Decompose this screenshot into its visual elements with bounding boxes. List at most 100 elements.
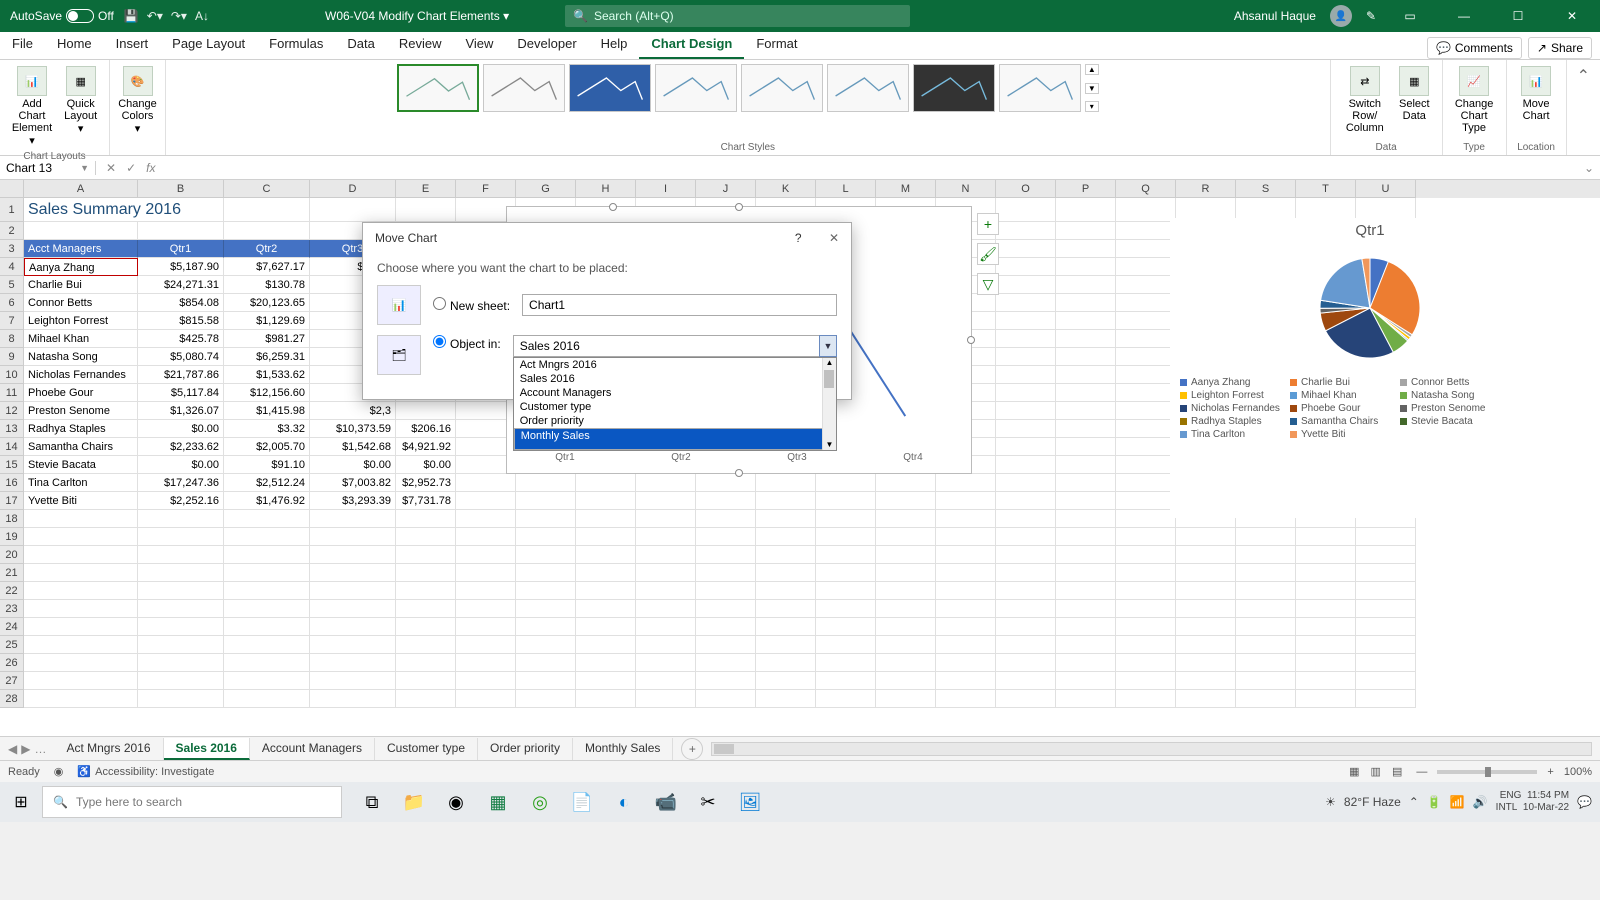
column-header[interactable]: Q xyxy=(1116,180,1176,198)
cell[interactable] xyxy=(1056,402,1116,420)
cell[interactable]: $5,117.84 xyxy=(138,384,224,402)
cell[interactable] xyxy=(996,546,1056,564)
cell[interactable] xyxy=(696,600,756,618)
cell[interactable] xyxy=(576,474,636,492)
cell[interactable] xyxy=(1116,618,1176,636)
cell[interactable] xyxy=(138,564,224,582)
cell[interactable]: Qtr2 xyxy=(224,240,310,258)
expand-formula-icon[interactable]: ⌄ xyxy=(1578,161,1600,175)
column-header[interactable]: O xyxy=(996,180,1056,198)
cell[interactable] xyxy=(636,618,696,636)
cell[interactable] xyxy=(996,690,1056,708)
cell[interactable] xyxy=(936,528,996,546)
row-header[interactable]: 13 xyxy=(0,420,24,438)
cell[interactable] xyxy=(138,222,224,240)
cell[interactable] xyxy=(1056,546,1116,564)
row-header[interactable]: 27 xyxy=(0,672,24,690)
cell[interactable] xyxy=(1236,600,1296,618)
cell[interactable] xyxy=(696,510,756,528)
cell[interactable] xyxy=(516,636,576,654)
cell[interactable] xyxy=(696,492,756,510)
cell[interactable] xyxy=(1296,600,1356,618)
quickbooks-icon[interactable]: ◎ xyxy=(522,784,558,820)
taskbar-search[interactable]: 🔍 Type here to search xyxy=(42,786,342,818)
cell[interactable] xyxy=(1236,528,1296,546)
cell[interactable]: $981.27 xyxy=(224,330,310,348)
cell[interactable] xyxy=(636,474,696,492)
cell[interactable] xyxy=(138,546,224,564)
cell[interactable] xyxy=(576,600,636,618)
cell[interactable] xyxy=(1296,582,1356,600)
cell[interactable] xyxy=(576,492,636,510)
cell[interactable] xyxy=(310,582,396,600)
cell[interactable] xyxy=(696,654,756,672)
cell[interactable] xyxy=(1236,690,1296,708)
cell[interactable] xyxy=(636,492,696,510)
clock[interactable]: ENG 11:54 PM INTL 10-Mar-22 xyxy=(1496,790,1569,814)
cell[interactable] xyxy=(24,636,138,654)
user-name[interactable]: Ahsanul Haque xyxy=(1234,9,1316,23)
chart-style-3[interactable] xyxy=(569,64,651,112)
cell[interactable] xyxy=(516,492,576,510)
column-header[interactable]: T xyxy=(1296,180,1356,198)
sheet-tab[interactable]: Sales 2016 xyxy=(164,738,250,760)
cell[interactable] xyxy=(636,636,696,654)
cell[interactable] xyxy=(576,582,636,600)
cell[interactable] xyxy=(1176,546,1236,564)
tab-help[interactable]: Help xyxy=(589,30,640,59)
cell[interactable] xyxy=(876,618,936,636)
row-header[interactable]: 15 xyxy=(0,456,24,474)
cell[interactable] xyxy=(696,546,756,564)
cell[interactable] xyxy=(636,564,696,582)
row-header[interactable]: 11 xyxy=(0,384,24,402)
cell[interactable]: $91.10 xyxy=(224,456,310,474)
cell[interactable]: $10,373.59 xyxy=(310,420,396,438)
cell[interactable] xyxy=(516,474,576,492)
cell[interactable]: $2,005.70 xyxy=(224,438,310,456)
cell[interactable] xyxy=(576,690,636,708)
column-header[interactable]: P xyxy=(1056,180,1116,198)
cell[interactable] xyxy=(1056,384,1116,402)
cell[interactable] xyxy=(876,636,936,654)
chart-style-7[interactable] xyxy=(913,64,995,112)
cell[interactable] xyxy=(1056,366,1116,384)
cell[interactable] xyxy=(696,672,756,690)
cell[interactable] xyxy=(816,672,876,690)
dialog-help-icon[interactable]: ? xyxy=(795,231,802,245)
cell[interactable]: $4,921.92 xyxy=(396,438,456,456)
snip-icon[interactable]: ✂ xyxy=(690,784,726,820)
cell[interactable] xyxy=(516,546,576,564)
cell[interactable] xyxy=(636,600,696,618)
cell[interactable] xyxy=(756,546,816,564)
cell[interactable] xyxy=(936,474,996,492)
cell[interactable] xyxy=(138,582,224,600)
cell[interactable] xyxy=(996,420,1056,438)
tab-insert[interactable]: Insert xyxy=(104,30,161,59)
cell[interactable] xyxy=(996,366,1056,384)
cell[interactable] xyxy=(936,654,996,672)
cell[interactable] xyxy=(1056,618,1116,636)
sheet-tab[interactable]: Act Mngrs 2016 xyxy=(54,738,163,760)
cell[interactable] xyxy=(996,384,1056,402)
tab-scroll-left-icon[interactable]: ◀ xyxy=(8,742,17,756)
page-layout-view-icon[interactable]: ▥ xyxy=(1367,764,1385,780)
cell[interactable] xyxy=(1116,330,1176,348)
cell[interactable] xyxy=(1116,654,1176,672)
cell[interactable] xyxy=(1056,330,1116,348)
cell[interactable] xyxy=(456,546,516,564)
cell[interactable] xyxy=(396,528,456,546)
tab-review[interactable]: Review xyxy=(387,30,454,59)
cell[interactable] xyxy=(1116,438,1176,456)
cell[interactable] xyxy=(996,672,1056,690)
row-header[interactable]: 21 xyxy=(0,564,24,582)
row-header[interactable]: 22 xyxy=(0,582,24,600)
cell[interactable] xyxy=(696,528,756,546)
cell[interactable] xyxy=(24,672,138,690)
row-header[interactable]: 26 xyxy=(0,654,24,672)
cell[interactable] xyxy=(1116,198,1176,222)
cell[interactable] xyxy=(996,258,1056,276)
cell[interactable]: Connor Betts xyxy=(24,294,138,312)
zoom-level[interactable]: 100% xyxy=(1564,766,1592,778)
gallery-down-icon[interactable]: ▼ xyxy=(1085,83,1099,94)
cell[interactable] xyxy=(1056,312,1116,330)
